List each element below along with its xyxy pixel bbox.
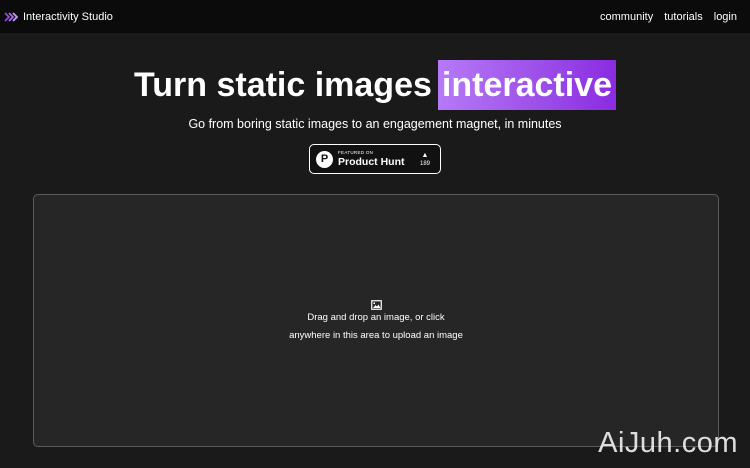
hero-title-main: Turn static images — [134, 66, 432, 104]
brand-name: Interactivity Studio — [23, 10, 113, 23]
upvote-icon: ▲ — [421, 151, 429, 159]
hero-title: Turn static images interactive — [0, 60, 750, 110]
hero-title-highlight: interactive — [437, 60, 616, 110]
product-hunt-votes: ▲ 189 — [420, 152, 430, 167]
watermark-text: AiJuh.com — [598, 427, 738, 459]
product-hunt-featured-label: FEATURED ON — [338, 150, 374, 155]
top-navbar: Interactivity Studio community tutorials… — [0, 0, 750, 33]
nav-link-tutorials[interactable]: tutorials — [664, 11, 703, 23]
upload-instruction-line2: anywhere in this area to upload an image — [289, 330, 463, 341]
main-nav: community tutorials login — [600, 11, 737, 23]
vote-count: 189 — [419, 160, 430, 167]
product-hunt-badge[interactable]: P FEATURED ON Product Hunt ▲ 189 — [309, 144, 441, 174]
brand-link[interactable]: Interactivity Studio — [4, 10, 113, 24]
double-chevron-right-icon — [4, 10, 18, 24]
nav-link-community[interactable]: community — [600, 11, 653, 23]
product-hunt-name: Product Hunt — [338, 155, 405, 168]
product-hunt-text: FEATURED ON Product Hunt — [338, 150, 405, 168]
image-icon — [371, 297, 382, 310]
nav-link-login[interactable]: login — [714, 11, 737, 23]
product-hunt-logo-icon: P — [316, 150, 333, 168]
upload-instruction-line1: Drag and drop an image, or click — [307, 312, 445, 323]
image-upload-dropzone[interactable]: Drag and drop an image, or click anywher… — [33, 194, 719, 447]
hero-subtitle: Go from boring static images to an engag… — [188, 117, 562, 131]
